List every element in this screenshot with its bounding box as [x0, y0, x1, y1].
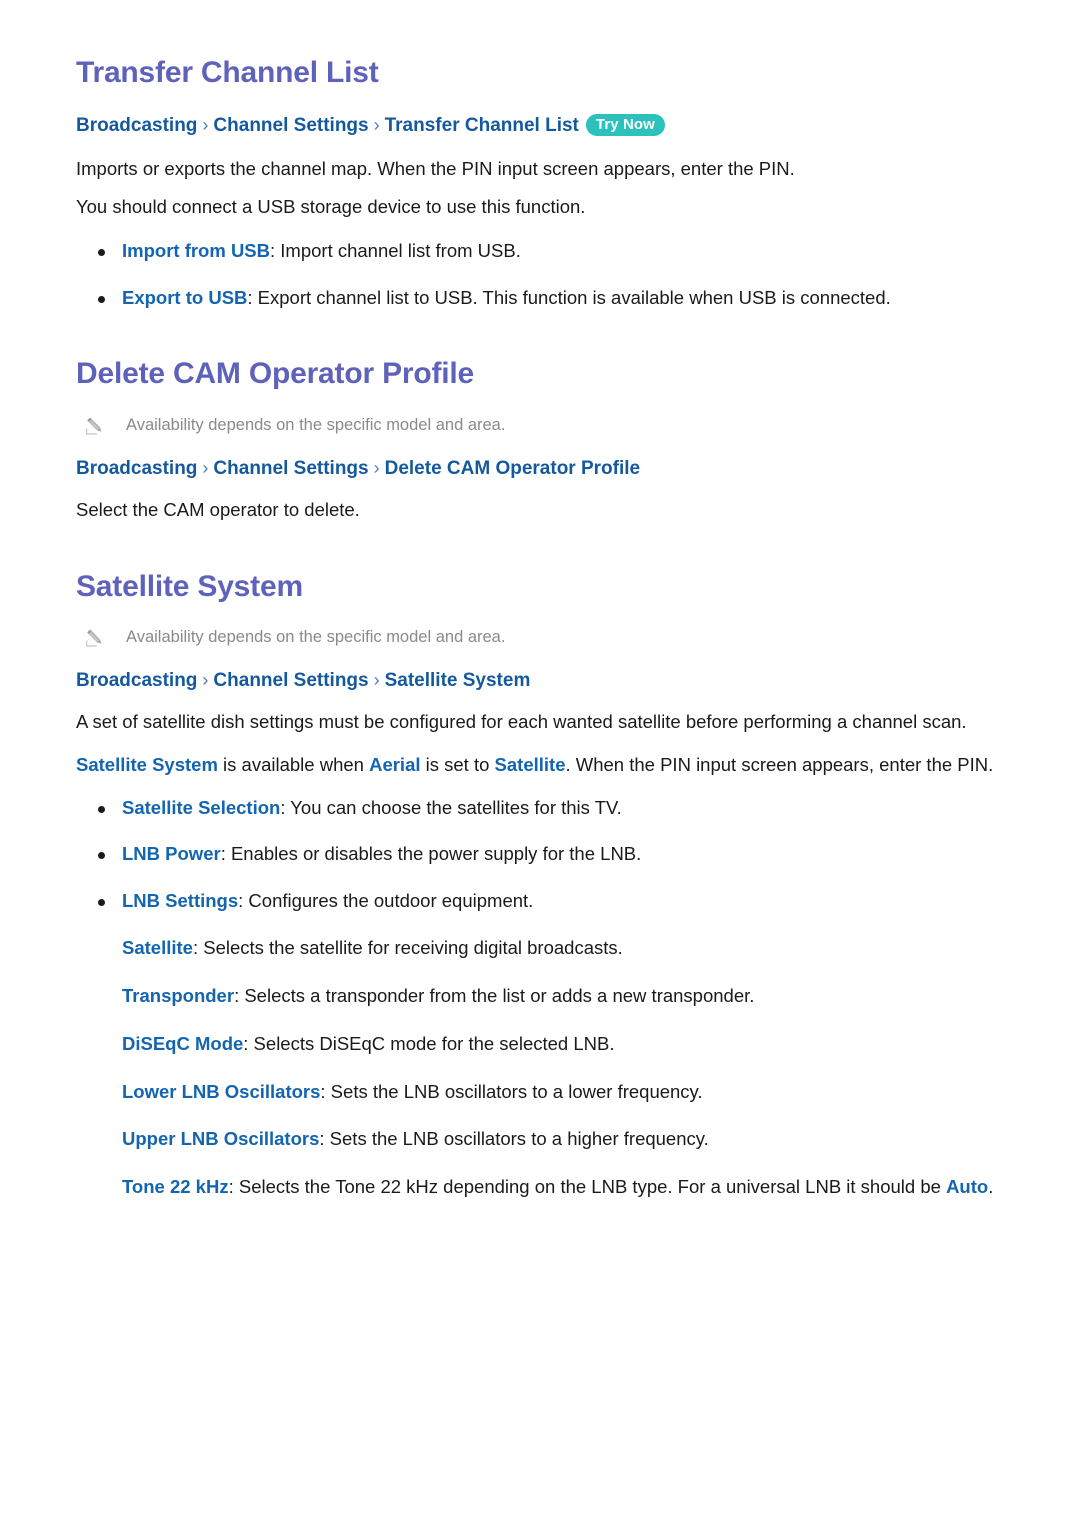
note-availability-cam: Availability depends on the specific mod…	[76, 414, 1004, 436]
list-item: LNB Power: Enables or disables the power…	[76, 841, 1004, 868]
note-text: Availability depends on the specific mod…	[126, 628, 506, 647]
breadcrumb-delete-cam-operator-profile: Broadcasting › Channel Settings › Delete CAM…	[76, 456, 1004, 483]
breadcrumb-satellite-system: Broadcasting › Channel Settings › Satellite …	[76, 668, 1004, 695]
list-item-description: : Selects the satellite for receiving di…	[192, 937, 623, 959]
paragraph-fragment: is available when	[217, 753, 370, 775]
note-text: Availability depends on the specific mod…	[126, 415, 506, 434]
list-item-description: : Sets the LNB oscillators to a higher f…	[319, 1128, 709, 1150]
link-import-from-usb[interactable]: Import from USB	[122, 240, 270, 261]
paragraph-fragment: . When the PIN input screen appears, ent…	[565, 753, 994, 775]
list-item-description: : Enables or disables the power supply f…	[220, 843, 642, 865]
link-export-to-usb[interactable]: Export to USB	[122, 287, 247, 308]
pencil-icon	[84, 627, 106, 649]
breadcrumb-item-delete-cam-operator-profile[interactable]: Delete CAM Operator Profile	[385, 458, 641, 479]
chevron-right-icon: ›	[373, 114, 380, 135]
list-item-description: : Selects DiSEqC mode for the selected L…	[243, 1032, 615, 1054]
page-title-delete-cam-operator-profile: Delete CAM Operator Profile	[76, 357, 475, 391]
bullet-list-transfer-options: Import from USB: Import channel list fro…	[76, 238, 1004, 312]
breadcrumb-item-broadcasting[interactable]: Broadcasting	[76, 115, 197, 136]
try-now-badge[interactable]: Try Now	[585, 113, 665, 136]
link-satellite-selection[interactable]: Satellite Selection	[122, 797, 280, 818]
list-item-description: : Selects the Tone 22 kHz depending on t…	[228, 1176, 947, 1198]
breadcrumb-transfer-channel-list: Broadcasting › Channel Settings › Transfer C…	[76, 113, 1004, 140]
breadcrumb-item-channel-settings[interactable]: Channel Settings	[213, 670, 368, 691]
page-title-transfer-channel-list: Transfer Channel List	[76, 56, 379, 89]
link-lower-lnb-oscillators[interactable]: Lower LNB Oscillators	[122, 1081, 320, 1102]
link-satellite-sub[interactable]: Satellite	[122, 937, 193, 958]
list-item: Export to USB: Export channel list to US…	[76, 285, 1004, 312]
breadcrumb-item-satellite-system[interactable]: Satellite System	[385, 670, 531, 691]
chevron-right-icon: ›	[202, 458, 209, 479]
chevron-right-icon: ›	[373, 458, 380, 479]
list-item: Satellite: Selects the satellite for rec…	[76, 935, 1004, 962]
sub-list-lnb-settings: Satellite: Selects the satellite for rec…	[76, 935, 1004, 1201]
list-item: LNB Settings: Configures the outdoor equ…	[76, 888, 1004, 915]
list-item: Lower LNB Oscillators: Sets the LNB osci…	[76, 1079, 1004, 1106]
list-item-description: : Selects a transponder from the list or…	[234, 984, 755, 1006]
link-satellite[interactable]: Satellite	[495, 754, 566, 775]
chevron-right-icon: ›	[202, 670, 209, 691]
paragraph-satellite-dish-settings: A set of satellite dish settings must be…	[76, 711, 967, 732]
paragraph-transfer-intro: Imports or exports the channel map. When…	[76, 158, 795, 180]
list-item-description: : Sets the LNB oscillators to a lower fr…	[320, 1080, 703, 1102]
list-item: Transponder: Selects a transponder from …	[76, 983, 1004, 1010]
section-transfer-channel-list: Transfer Channel List Broadcasting › Chann…	[76, 56, 1004, 311]
link-satellite-system[interactable]: Satellite System	[76, 754, 218, 775]
breadcrumb-item-transfer-channel-list[interactable]: Transfer Channel List	[385, 115, 579, 136]
list-item: Import from USB: Import channel list fro…	[76, 238, 1004, 265]
section-delete-cam-operator-profile: Delete CAM Operator Profile Availability…	[76, 357, 1004, 523]
breadcrumb-item-channel-settings[interactable]: Channel Settings	[213, 458, 368, 479]
list-item-description-end: .	[988, 1176, 994, 1198]
breadcrumb-item-broadcasting[interactable]: Broadcasting	[76, 458, 197, 479]
list-item: Upper LNB Oscillators: Sets the LNB osci…	[76, 1126, 1004, 1153]
chevron-right-icon: ›	[373, 670, 380, 691]
link-tone-22-khz[interactable]: Tone 22 kHz	[122, 1176, 229, 1197]
paragraph-transfer-usb-note: You should connect a USB storage device …	[76, 196, 586, 218]
breadcrumb-item-broadcasting[interactable]: Broadcasting	[76, 670, 197, 691]
pencil-icon	[84, 415, 106, 437]
link-upper-lnb-oscillators[interactable]: Upper LNB Oscillators	[122, 1128, 319, 1149]
paragraph-delete-cam-description: Select the CAM operator to delete.	[76, 498, 360, 520]
link-aerial[interactable]: Aerial	[369, 754, 420, 775]
link-transponder[interactable]: Transponder	[122, 985, 234, 1006]
list-item-description: : You can choose the satellites for this…	[280, 796, 622, 818]
document-page: Transfer Channel List Broadcasting › Chann…	[0, 0, 1080, 1527]
paragraph-satellite-availability: Satellite System is available when Aeria…	[76, 752, 1004, 779]
paragraph-fragment: is set to	[420, 753, 495, 775]
list-item: Tone 22 kHz: Selects the Tone 22 kHz dep…	[76, 1174, 1004, 1201]
list-item-description: : Configures the outdoor equipment.	[238, 890, 534, 912]
link-lnb-power[interactable]: LNB Power	[122, 843, 221, 864]
section-satellite-system: Satellite System Availability depends on…	[76, 570, 1004, 1201]
list-item-description: : Export channel list to USB. This funct…	[247, 286, 891, 308]
list-item-description: : Import channel list from USB.	[270, 239, 521, 261]
list-item: DiSEqC Mode: Selects DiSEqC mode for the…	[76, 1031, 1004, 1058]
link-diseqc-mode[interactable]: DiSEqC Mode	[122, 1033, 243, 1054]
link-lnb-settings[interactable]: LNB Settings	[122, 890, 238, 911]
breadcrumb-item-channel-settings[interactable]: Channel Settings	[213, 115, 368, 136]
page-title-satellite-system: Satellite System	[76, 569, 303, 603]
bullet-list-satellite-options: Satellite Selection: You can choose the …	[76, 795, 1004, 915]
chevron-right-icon: ›	[202, 114, 209, 135]
document-content: Transfer Channel List Broadcasting › Chann…	[76, 56, 1004, 1222]
list-item: Satellite Selection: You can choose the …	[76, 795, 1004, 822]
note-availability-satellite: Availability depends on the specific mod…	[76, 626, 1004, 648]
link-auto[interactable]: Auto	[946, 1176, 988, 1197]
